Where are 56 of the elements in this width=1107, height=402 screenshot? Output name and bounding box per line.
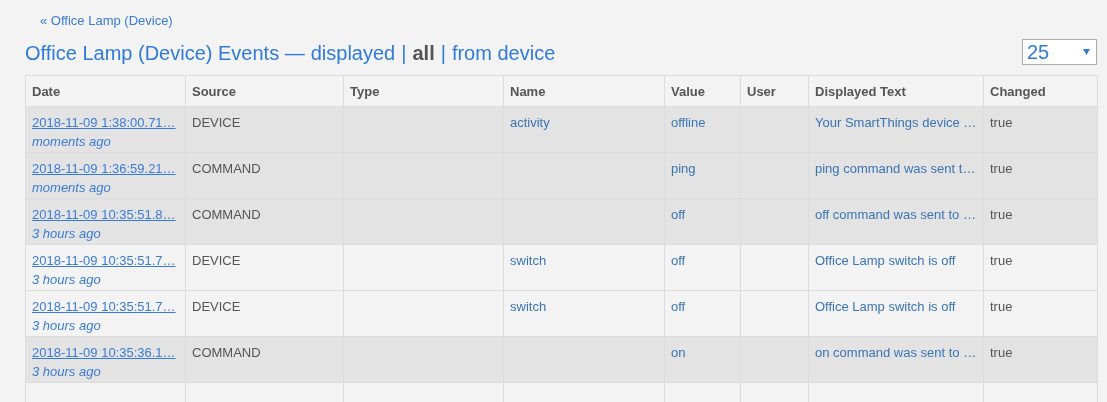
displayed-text: Office Lamp switch is off: [815, 253, 956, 268]
relative-time: moments ago: [32, 180, 112, 195]
caret-icon: [1083, 49, 1090, 55]
source-text: DEVICE: [192, 115, 241, 130]
page-title: Office Lamp (Device) Events —: [25, 42, 305, 65]
source-text: DEVICE: [192, 299, 241, 314]
column-header[interactable]: Type: [343, 75, 504, 107]
changed-text: true: [990, 299, 1013, 314]
column-header[interactable]: Name: [503, 75, 665, 107]
separator: |: [401, 42, 407, 65]
back-link[interactable]: « Office Lamp (Device): [40, 13, 173, 28]
changed-text: true: [990, 207, 1013, 222]
value-text: ping: [671, 161, 696, 176]
date-link[interactable]: 2018-11-09 10:35:51.7…: [32, 299, 179, 314]
source-text: COMMAND: [192, 345, 261, 360]
relative-time: 3 hours ago: [32, 364, 102, 379]
name-text: switch: [510, 253, 547, 268]
date-link[interactable]: 2018-11-09 10:35:36.1…: [32, 345, 179, 360]
displayed-text: Your SmartThings device …: [815, 115, 977, 130]
column-header[interactable]: User: [740, 75, 809, 107]
column-header[interactable]: Value: [664, 75, 741, 107]
changed-text: true: [990, 253, 1013, 268]
value-text: off: [671, 207, 686, 222]
column-header[interactable]: Displayed Text: [808, 75, 984, 107]
column-header[interactable]: Date: [25, 75, 186, 107]
source-text: COMMAND: [192, 207, 261, 222]
changed-text: true: [990, 161, 1013, 176]
value-text: off: [671, 253, 686, 268]
filter-link[interactable]: all: [412, 42, 435, 65]
date-link[interactable]: 2018-11-09 10:35:51.8…: [32, 207, 179, 222]
date-link[interactable]: 2018-11-09 10:35:51.7…: [32, 253, 179, 268]
relative-time: 3 hours ago: [32, 272, 102, 287]
column-header[interactable]: Changed: [983, 75, 1098, 107]
value-text: on: [671, 345, 686, 360]
relative-time: 3 hours ago: [32, 226, 102, 241]
value-text: offline: [671, 115, 706, 130]
value-text: off: [671, 299, 686, 314]
displayed-text: ping command was sent t…: [815, 161, 976, 176]
column-header[interactable]: Source: [185, 75, 344, 107]
filter-link[interactable]: displayed: [310, 42, 396, 65]
page-size-select[interactable]: 25: [1022, 39, 1097, 65]
separator: |: [440, 42, 446, 65]
source-text: DEVICE: [192, 253, 241, 268]
relative-time: moments ago: [32, 134, 112, 149]
relative-time: 3 hours ago: [32, 318, 102, 333]
displayed-text: on command was sent to …: [815, 345, 977, 360]
name-text: switch: [510, 299, 547, 314]
displayed-text: Office Lamp switch is off: [815, 299, 956, 314]
name-text: activity: [510, 115, 550, 130]
filter-link[interactable]: from device: [451, 42, 556, 65]
date-link[interactable]: 2018-11-09 1:38:00.71…: [32, 115, 179, 130]
displayed-text: off command was sent to …: [815, 207, 976, 222]
changed-text: true: [990, 345, 1013, 360]
changed-text: true: [990, 115, 1013, 130]
date-link[interactable]: 2018-11-09 1:36:59.21…: [32, 161, 179, 176]
source-text: COMMAND: [192, 161, 261, 176]
